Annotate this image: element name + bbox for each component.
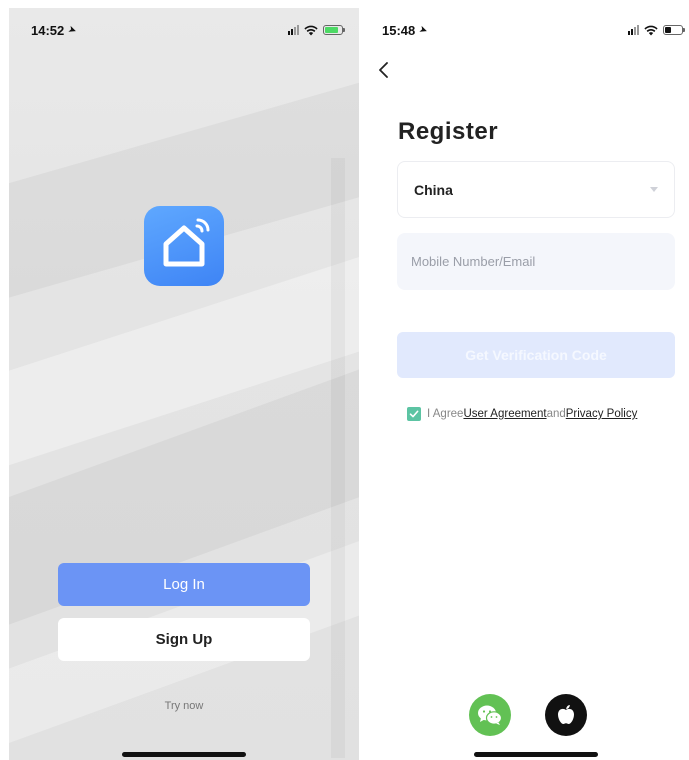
location-arrow-icon: ➤ [417,23,430,37]
battery-icon [663,25,685,35]
battery-icon [323,25,345,35]
status-bar: 15:48 ➤ [366,8,689,52]
wifi-icon [304,25,318,35]
register-screen: 15:48 ➤ Register China Get Verification … [366,8,689,760]
mobile-email-input[interactable] [397,233,675,290]
country-select[interactable]: China [397,161,675,218]
privacy-policy-link[interactable]: Privacy Policy [566,408,638,420]
wifi-icon [644,25,658,35]
page-title: Register [398,118,499,145]
status-icons [288,25,345,36]
status-time: 14:52 [31,22,65,38]
get-verification-code-button[interactable]: Get Verification Code [397,332,675,378]
status-bar: 14:52 ➤ [9,8,359,52]
agreement-row: I Agree User Agreement and Privacy Polic… [407,407,637,421]
background-shadow [331,158,345,758]
signal-icon [628,25,639,35]
agreement-conjunction: and [546,408,566,420]
agreement-prefix: I Agree [427,408,464,420]
chevron-down-icon [650,187,658,192]
signup-button[interactable]: Sign Up [58,618,310,661]
status-time-group: 14:52 ➤ [31,22,79,38]
check-icon [409,410,419,418]
signal-icon [288,25,299,35]
try-now-link[interactable]: Try now [9,700,359,712]
agreement-checkbox[interactable] [407,407,421,421]
login-screen: 14:52 ➤ Log In Sign Up Try now [9,8,359,760]
smart-home-icon [144,206,224,286]
home-indicator[interactable] [122,752,246,757]
location-arrow-icon: ➤ [66,23,79,37]
social-login-row [366,694,689,736]
apple-icon [557,705,574,724]
login-button[interactable]: Log In [58,563,310,606]
user-agreement-link[interactable]: User Agreement [463,408,546,420]
apple-login-button[interactable] [544,694,587,736]
back-arrow-icon[interactable] [374,60,394,80]
status-time: 15:48 [382,22,416,38]
wechat-login-button[interactable] [468,694,511,736]
status-time-group: 15:48 ➤ [382,22,430,38]
country-value: China [414,181,453,198]
home-indicator[interactable] [474,752,598,757]
status-icons [628,25,685,36]
wechat-icon [477,705,502,725]
